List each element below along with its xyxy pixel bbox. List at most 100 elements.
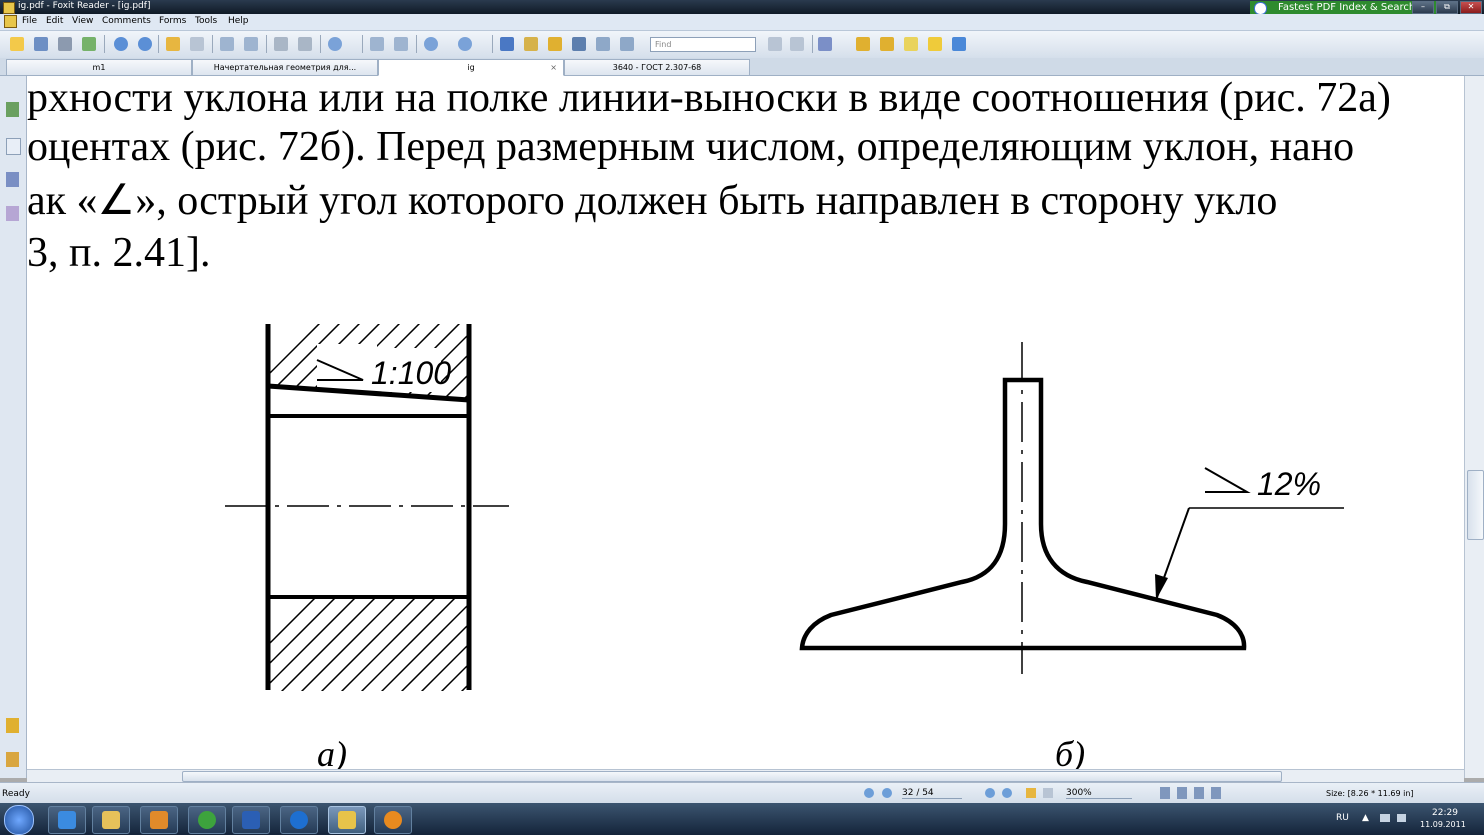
callout-icon[interactable] xyxy=(928,37,942,51)
pages-icon[interactable] xyxy=(6,138,21,155)
tab-ig[interactable]: ig × xyxy=(378,59,564,76)
mail-agent-icon xyxy=(384,811,402,829)
taskbar-media-player[interactable] xyxy=(140,806,178,834)
forward-small-icon[interactable] xyxy=(1043,788,1053,798)
note-icon[interactable] xyxy=(880,37,894,51)
toolbar-separator xyxy=(104,35,105,53)
facing-pages-icon[interactable] xyxy=(244,37,258,51)
clock-date[interactable]: 11.09.2011 xyxy=(1420,820,1466,829)
start-button[interactable] xyxy=(4,805,34,835)
page-size-label: Size: [8.26 * 11.69 in] xyxy=(1326,789,1414,798)
document-view[interactable]: рхности уклона или на полке линии-выноск… xyxy=(27,76,1464,769)
next-page-icon[interactable] xyxy=(138,37,152,51)
taskbar-kmplayer[interactable] xyxy=(280,806,318,834)
utorrent-icon xyxy=(198,811,216,829)
find-input[interactable]: Find xyxy=(650,37,756,52)
toolbar: Find xyxy=(0,31,1484,59)
comment-tool-icon[interactable] xyxy=(818,37,832,51)
volume-icon[interactable] xyxy=(1397,814,1406,822)
app-menu-icon[interactable] xyxy=(4,15,17,28)
last-page-icon[interactable] xyxy=(1002,788,1012,798)
snapshot-icon[interactable] xyxy=(548,37,562,51)
minimize-button[interactable]: – xyxy=(1412,1,1434,14)
zoom-out-icon[interactable] xyxy=(424,37,438,51)
status-bar: Ready 32 / 54 300% Size: [8.26 * 11.69 i… xyxy=(0,782,1484,804)
vertical-scroll-thumb[interactable] xyxy=(1467,470,1484,540)
language-indicator[interactable]: RU xyxy=(1336,813,1349,823)
horizontal-scroll-thumb[interactable] xyxy=(182,771,1282,782)
bookmarks-icon[interactable] xyxy=(6,102,19,117)
taskbar-internet-explorer[interactable] xyxy=(48,806,86,834)
taskbar-utorrent[interactable] xyxy=(188,806,226,834)
menu-forms[interactable]: Forms xyxy=(159,16,186,26)
caption-b: б) xyxy=(1055,734,1086,769)
attachments-icon[interactable] xyxy=(6,752,19,767)
find-binoculars-icon[interactable] xyxy=(572,37,586,51)
arrow-tool-icon[interactable] xyxy=(952,37,966,51)
vertical-scrollbar[interactable] xyxy=(1464,76,1484,778)
taskbar-word[interactable] xyxy=(232,806,270,834)
annotations-icon[interactable] xyxy=(6,172,19,187)
menu-comments[interactable]: Comments xyxy=(102,16,151,26)
redo-icon[interactable] xyxy=(298,37,312,51)
page-number-field[interactable]: 32 / 54 xyxy=(902,788,962,799)
pencil-icon[interactable] xyxy=(856,37,870,51)
fastest-pdf-index-button[interactable]: Fastest PDF Index & Search xyxy=(1250,1,1436,15)
prev-page-icon[interactable] xyxy=(882,788,892,798)
app-icon xyxy=(3,2,15,14)
undo-icon[interactable] xyxy=(274,37,288,51)
network-icon[interactable] xyxy=(1380,814,1390,822)
tab-gost[interactable]: 3640 - ГОСТ 2.307-68 xyxy=(564,59,750,76)
zoom-in-icon[interactable] xyxy=(328,37,342,51)
typewriter-icon[interactable] xyxy=(596,37,610,51)
fit-width-icon[interactable] xyxy=(394,37,408,51)
continuous-facing-mode-icon[interactable] xyxy=(1211,787,1221,799)
back-icon[interactable] xyxy=(166,37,180,51)
next-page-small-icon[interactable] xyxy=(985,788,995,798)
menu-help[interactable]: Help xyxy=(228,16,249,26)
image-icon[interactable] xyxy=(620,37,634,51)
menu-view[interactable]: View xyxy=(72,16,93,26)
windows-taskbar: RU ▲ 22:29 11.09.2011 xyxy=(0,803,1484,835)
facing-mode-icon[interactable] xyxy=(1194,787,1204,799)
textbox-icon[interactable] xyxy=(904,37,918,51)
find-next-icon[interactable] xyxy=(790,37,804,51)
taskbar-foxit-reader[interactable] xyxy=(328,806,366,834)
fit-page-icon[interactable] xyxy=(370,37,384,51)
save-icon[interactable] xyxy=(34,37,48,51)
comments-panel-icon[interactable] xyxy=(6,718,19,733)
technical-drawing: 1:100 12% xyxy=(225,324,1344,691)
tab-geometry[interactable]: Начертательная геометрия для... xyxy=(192,59,378,76)
close-button[interactable]: ✕ xyxy=(1460,1,1482,14)
find-previous-icon[interactable] xyxy=(768,37,782,51)
caption-a: а) xyxy=(317,734,347,769)
previous-page-icon[interactable] xyxy=(114,37,128,51)
select-text-icon[interactable] xyxy=(524,37,538,51)
menu-edit[interactable]: Edit xyxy=(46,16,63,26)
tray-expand-icon[interactable]: ▲ xyxy=(1362,813,1369,823)
single-page-mode-icon[interactable] xyxy=(1160,787,1170,799)
clock-time[interactable]: 22:29 xyxy=(1432,808,1458,818)
menu-tools[interactable]: Tools xyxy=(195,16,217,26)
continuous-mode-icon[interactable] xyxy=(1177,787,1187,799)
pdf-page: рхности уклона или на полке линии-выноск… xyxy=(27,76,1464,769)
open-icon[interactable] xyxy=(10,37,24,51)
forward-icon[interactable] xyxy=(190,37,204,51)
menu-file[interactable]: File xyxy=(22,16,37,26)
taskbar-file-explorer[interactable] xyxy=(92,806,130,834)
hand-tool-icon[interactable] xyxy=(500,37,514,51)
tab-m1[interactable]: m1 xyxy=(6,59,192,76)
back-small-icon[interactable] xyxy=(1026,788,1036,798)
title-bar: ig.pdf - Foxit Reader - [ig.pdf] Fastest… xyxy=(0,0,1484,15)
email-icon[interactable] xyxy=(82,37,96,51)
single-page-icon[interactable] xyxy=(220,37,234,51)
first-page-icon[interactable] xyxy=(864,788,874,798)
horizontal-scrollbar[interactable] xyxy=(27,769,1464,782)
zoom-field[interactable]: 300% xyxy=(1066,788,1132,799)
zoom-in-small-icon[interactable] xyxy=(458,37,472,51)
restore-button[interactable]: ⧉ xyxy=(1436,1,1458,14)
print-icon[interactable] xyxy=(58,37,72,51)
taskbar-mail-agent[interactable] xyxy=(374,806,412,834)
tab-close-icon[interactable]: × xyxy=(550,60,557,75)
layers-icon[interactable] xyxy=(6,206,19,221)
